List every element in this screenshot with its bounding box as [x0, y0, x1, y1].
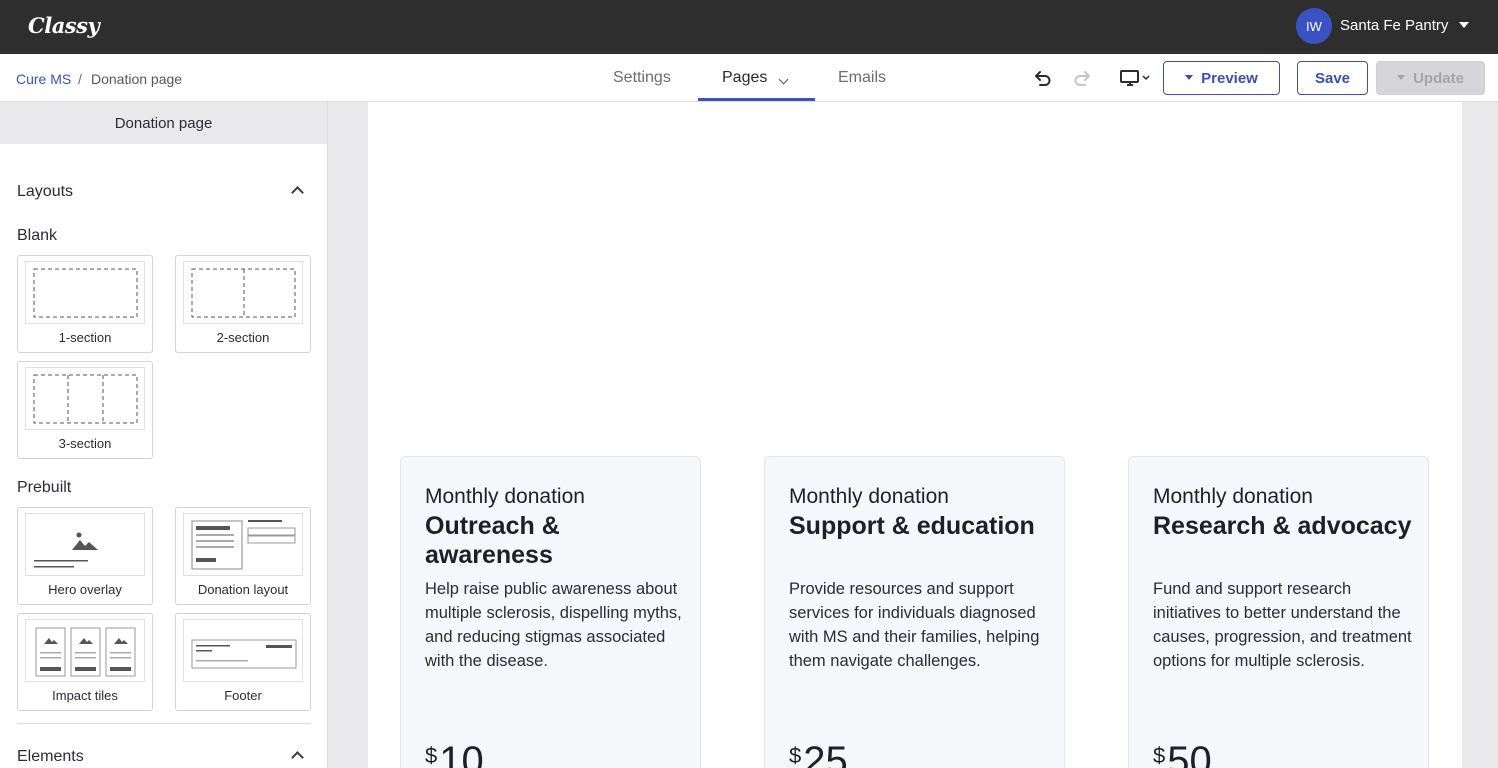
caret-down-icon	[1185, 74, 1194, 80]
tile-label: 2-section	[216, 330, 270, 345]
currency-symbol: $	[789, 743, 802, 768]
breadcrumb-parent-link[interactable]: Cure MS	[16, 71, 71, 87]
breadcrumb-separator: /	[78, 71, 82, 87]
card-description: Provide resources and support services f…	[789, 580, 1040, 670]
redo-icon[interactable]	[1071, 67, 1093, 89]
donation-card[interactable]: Monthly donation Support & education Pro…	[764, 456, 1065, 768]
currency-symbol: $	[425, 743, 438, 768]
editor-header: Cure MS / Donation page Settings Pages E…	[0, 54, 1498, 102]
chevron-up-icon[interactable]	[291, 751, 304, 764]
preview-button-label: Preview	[1201, 69, 1258, 87]
breadcrumb-current: Donation page	[91, 71, 183, 87]
page-canvas[interactable]: Monthly donation Outreach & awareness He…	[368, 102, 1462, 768]
avatar[interactable]: IW	[1296, 8, 1332, 44]
card-title: Support & education	[789, 512, 1035, 540]
card-description: Fund and support research initiatives to…	[1153, 580, 1412, 670]
donation-card[interactable]: Monthly donation Research & advocacy Fun…	[1128, 456, 1429, 768]
prebuilt-group-label: Prebuilt	[17, 479, 72, 496]
top-bar: Classy IW Santa Fe Pantry	[0, 0, 1498, 54]
classy-logo[interactable]: Classy	[28, 13, 100, 38]
amount-value: 50	[1167, 739, 1212, 768]
elements-section-title[interactable]: Elements	[17, 748, 84, 766]
tile-label: 1-section	[58, 330, 112, 345]
layout-thumbnail	[25, 619, 145, 682]
layout-tile-3-section[interactable]: 3-section	[17, 361, 153, 459]
layout-tile-donation-layout[interactable]: Donation layout	[175, 507, 311, 605]
card-description: Help raise public awareness about multip…	[425, 580, 682, 670]
donation-card[interactable]: Monthly donation Outreach & awareness He…	[400, 456, 701, 768]
layout-thumbnail	[25, 261, 145, 324]
chevron-up-icon[interactable]	[291, 186, 304, 199]
card-kicker: Monthly donation	[425, 485, 585, 508]
update-button[interactable]: Update	[1376, 61, 1485, 95]
preview-button[interactable]: Preview	[1163, 61, 1280, 95]
caret-down-icon[interactable]	[1459, 22, 1469, 28]
layout-tile-hero-overlay[interactable]: Hero overlay	[17, 507, 153, 605]
layout-thumbnail	[183, 513, 303, 576]
layout-thumbnail	[183, 619, 303, 682]
layout-tile-footer[interactable]: Footer	[175, 613, 311, 711]
sidebar: Donation page Layouts Blank 1-section 2-…	[0, 102, 328, 768]
tab-emails[interactable]: Emails	[838, 69, 886, 87]
card-amount: $25	[789, 739, 848, 768]
tile-label: Impact tiles	[52, 688, 118, 703]
currency-symbol: $	[1153, 743, 1166, 768]
active-tab-indicator	[698, 98, 815, 101]
card-title: Outreach & awareness	[425, 512, 560, 569]
card-title: Research & advocacy	[1153, 512, 1412, 540]
tab-pages[interactable]: Pages	[722, 69, 767, 87]
save-button[interactable]: Save	[1297, 61, 1368, 95]
update-button-label: Update	[1413, 69, 1464, 87]
card-kicker: Monthly donation	[1153, 485, 1313, 508]
tile-label: 3-section	[58, 436, 112, 451]
layout-tile-2-section[interactable]: 2-section	[175, 255, 311, 353]
sidebar-header: Donation page	[0, 102, 327, 144]
layouts-section-title[interactable]: Layouts	[17, 183, 73, 201]
card-amount: $50	[1153, 739, 1212, 768]
undo-icon[interactable]	[1032, 67, 1054, 89]
chevron-down-icon[interactable]	[778, 74, 789, 85]
amount-value: 25	[803, 739, 848, 768]
layout-thumbnail	[25, 367, 145, 430]
tile-label: Footer	[224, 688, 262, 703]
tile-label: Donation layout	[197, 582, 289, 597]
amount-value: 10	[439, 739, 484, 768]
org-name[interactable]: Santa Fe Pantry	[1340, 17, 1448, 34]
layout-tile-1-section[interactable]: 1-section	[17, 255, 153, 353]
card-amount: $10	[425, 739, 484, 768]
layout-thumbnail	[183, 261, 303, 324]
blank-group-label: Blank	[17, 227, 58, 244]
tile-label: Hero overlay	[48, 582, 122, 597]
desktop-icon[interactable]	[1118, 67, 1154, 89]
layout-tile-impact-tiles[interactable]: Impact tiles	[17, 613, 153, 711]
tab-settings[interactable]: Settings	[613, 69, 671, 87]
card-kicker: Monthly donation	[789, 485, 949, 508]
section-divider	[17, 723, 311, 724]
caret-down-icon	[1397, 74, 1406, 80]
layout-thumbnail	[25, 513, 145, 576]
